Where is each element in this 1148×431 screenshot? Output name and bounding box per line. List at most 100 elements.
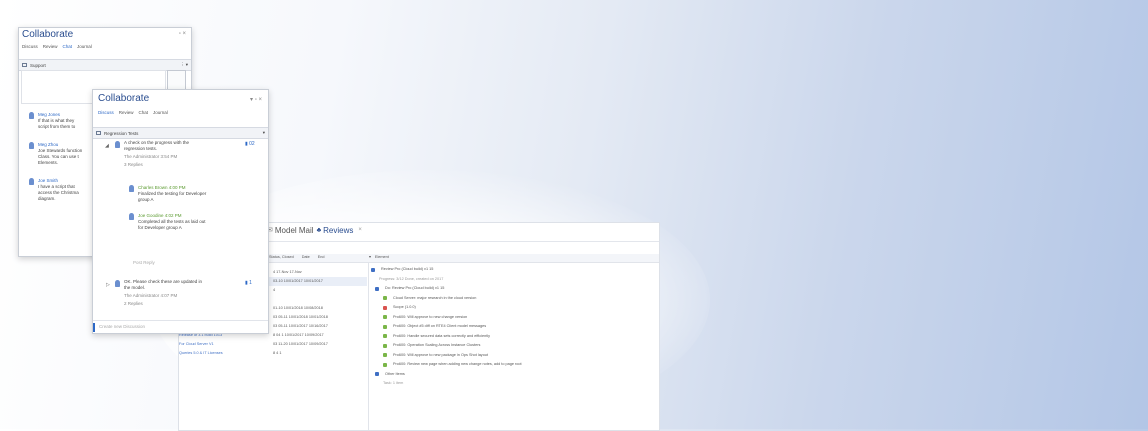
group-header: Regression Tests ▾ <box>93 127 268 139</box>
column-element[interactable]: Element <box>375 255 389 261</box>
tree-item[interactable]: Other Items <box>371 370 661 380</box>
panel-tabs: Discuss Review Chat Journal <box>22 44 92 49</box>
tree-item[interactable]: Scope (1.0.0) <box>371 303 661 313</box>
review-item-icon <box>383 296 387 301</box>
row-values: 4 <box>273 287 276 292</box>
avatar <box>29 112 34 119</box>
tree-item[interactable]: Task: 1 item <box>371 379 661 389</box>
chat-bubble-icon: ▮ <box>245 280 248 286</box>
tab-discuss[interactable]: Discuss <box>22 44 38 49</box>
table-row[interactable]: Queries 5.0 & IT Licenses 8 4 1 <box>179 349 367 358</box>
panel-title: Collaborate <box>98 93 150 104</box>
tree-item-label: Pro600: Review new page when adding new … <box>393 362 522 366</box>
collapse-icon[interactable]: ◢ <box>105 143 109 149</box>
tab-journal[interactable]: Journal <box>77 44 92 49</box>
row-name: Queries 5.0 & IT Licenses <box>179 350 223 355</box>
tab-review[interactable]: Review <box>119 110 134 115</box>
review-item-icon <box>383 334 387 339</box>
panel-title: Collaborate <box>22 29 74 40</box>
tree-item[interactable]: Progress: 3/12 Done, created on 2017 <box>371 275 661 285</box>
thread-replies: Charles Brown 4:00 PM Finalized the testi… <box>129 185 259 241</box>
tree-item[interactable]: Pro600: Operation Scaling Across Instanc… <box>371 341 661 351</box>
tab-model-mail[interactable]: ✉ Model Mail <box>267 226 314 235</box>
review-item-icon <box>383 343 387 348</box>
reply-text: for Developer group A <box>138 225 182 230</box>
tree-item[interactable]: Pro600: Handle secured data sets correct… <box>371 332 661 342</box>
reply-item: Charles Brown 4:00 PM Finalized the testi… <box>129 185 259 203</box>
review-item-icon <box>383 315 387 320</box>
tab-review[interactable]: Review <box>43 44 58 49</box>
review-item-icon <box>383 362 387 367</box>
group-menu-icon[interactable]: ▾ <box>263 130 265 136</box>
create-discussion-input[interactable]: Create new Discussion <box>99 324 145 330</box>
reply-text: group A <box>138 197 154 202</box>
sort-icon: ▾ <box>369 255 371 259</box>
chat-bubble-icon: ▮ <box>245 141 248 147</box>
panel-tabs: Discuss Review Chat Journal <box>98 110 168 115</box>
tree-item-label: Review Pro (Cloud build) v1 15 <box>381 267 434 271</box>
panel-footer: Create new Discussion <box>93 320 268 333</box>
document-tabs: ✉ Model Mail ♣ Reviews × <box>267 223 362 237</box>
row-values: 8 04 1 10/01/2017 10/09/2017 <box>273 332 324 337</box>
tree-item-label: Pro600: Object #5 diff on RTE4 Client mo… <box>393 324 487 328</box>
tab-reviews[interactable]: ♣ Reviews × <box>317 226 362 235</box>
close-tab-icon[interactable]: × <box>358 227 362 233</box>
tab-discuss[interactable]: Discuss <box>98 110 114 115</box>
row-values: 03 11-20 10/01/2017 10/09/2017 <box>273 341 328 346</box>
tree-item[interactable]: Do: Review Pro (Cloud build) v1 15 <box>371 284 661 294</box>
avatar <box>29 178 34 185</box>
avatar <box>129 185 134 192</box>
folder-icon <box>371 267 375 272</box>
avatar <box>129 213 134 220</box>
panel-controls[interactable]: ▾ ▫ × <box>250 96 262 103</box>
tree-item-label: Task: 1 item <box>383 381 404 385</box>
tree-item-label: Do: Review Pro (Cloud build) v1 15 <box>385 286 445 290</box>
row-values: 03-10 10/01/2017 10/01/2017 <box>273 278 323 283</box>
tree-item[interactable]: Pro600: Will approve to new change versi… <box>371 313 661 323</box>
post-reply-link[interactable]: Post Reply <box>133 260 155 266</box>
panel-controls[interactable]: ▫ × <box>179 31 186 37</box>
tree-item[interactable]: Pro600: Will approve to new package in O… <box>371 351 661 361</box>
reply-count-badge: ▮ 02 <box>245 141 255 147</box>
tree-item-label: Pro600: Will approve to new package in O… <box>393 352 488 357</box>
table-row[interactable]: For Cloud Server V1 03 11-20 10/01/2017 1… <box>179 340 367 349</box>
tree-item-label: Cloud Server: major research in the clou… <box>393 295 477 300</box>
tab-journal[interactable]: Journal <box>153 110 168 115</box>
group-icon <box>96 131 101 135</box>
replies-count[interactable]: 2 Replies <box>124 301 244 307</box>
tree-item[interactable]: Pro600: Review new page when adding new … <box>371 360 661 370</box>
review-tree: Review Pro (Cloud build) v1 15 Progress: … <box>371 265 661 389</box>
error-icon <box>383 305 387 310</box>
review-item-icon <box>383 353 387 358</box>
tree-item-label: Scope (1.0.0) <box>393 305 416 309</box>
reviews-icon: ♣ <box>316 226 322 234</box>
tree-item-label: Pro600: Handle secured data sets correct… <box>393 333 491 338</box>
reply-item: Joe Goodine 4:02 PM Completed all the tes… <box>129 213 259 231</box>
row-values: 03 05-11 10/01/2018 10/01/2018 <box>273 314 328 319</box>
group-menu-icon[interactable]: ⋮ ▾ <box>180 62 188 68</box>
column-status[interactable]: Status, Closed <box>269 255 294 261</box>
row-values: 8 4 1 <box>273 350 282 355</box>
row-values: 01-10 10/01/2018 10/08/2018 <box>273 305 323 310</box>
tree-item-label: Pro600: Operation Scaling Across Instanc… <box>393 343 481 347</box>
group-icon <box>22 63 27 67</box>
row-values: 03 05-11 10/01/2017 10/16/2017 <box>273 323 328 328</box>
tree-item-label: Progress: 3/12 Done, created on 2017 <box>379 276 444 281</box>
tree-item[interactable]: Cloud Server: major research in the clou… <box>371 294 661 304</box>
tree-item-label: Pro600: Will approve to new change versi… <box>393 314 468 319</box>
avatar <box>115 141 120 148</box>
reply-count-badge: ▮ 1 <box>245 280 252 286</box>
folder-icon <box>375 286 379 291</box>
expand-icon[interactable]: ▷ <box>106 282 110 288</box>
tree-item[interactable]: Review Pro (Cloud build) v1 15 <box>371 265 661 275</box>
tree-item[interactable]: Pro600: Object #5 diff on RTE4 Client mo… <box>371 322 661 332</box>
row-name: For Cloud Server V1 <box>179 341 214 346</box>
tab-chat[interactable]: Chat <box>63 44 73 49</box>
row-values: 4 17-Nov 17-Nov <box>273 269 302 274</box>
replies-count[interactable]: 3 Replies <box>124 162 244 168</box>
column-end[interactable]: End <box>318 255 325 261</box>
column-date[interactable]: Date <box>302 255 310 261</box>
tree-item-label: Other Items <box>385 371 405 376</box>
collaborate-panel-discuss: Collaborate ▾ ▫ × Discuss Review Chat Jo… <box>92 89 269 334</box>
tab-chat[interactable]: Chat <box>139 110 149 115</box>
